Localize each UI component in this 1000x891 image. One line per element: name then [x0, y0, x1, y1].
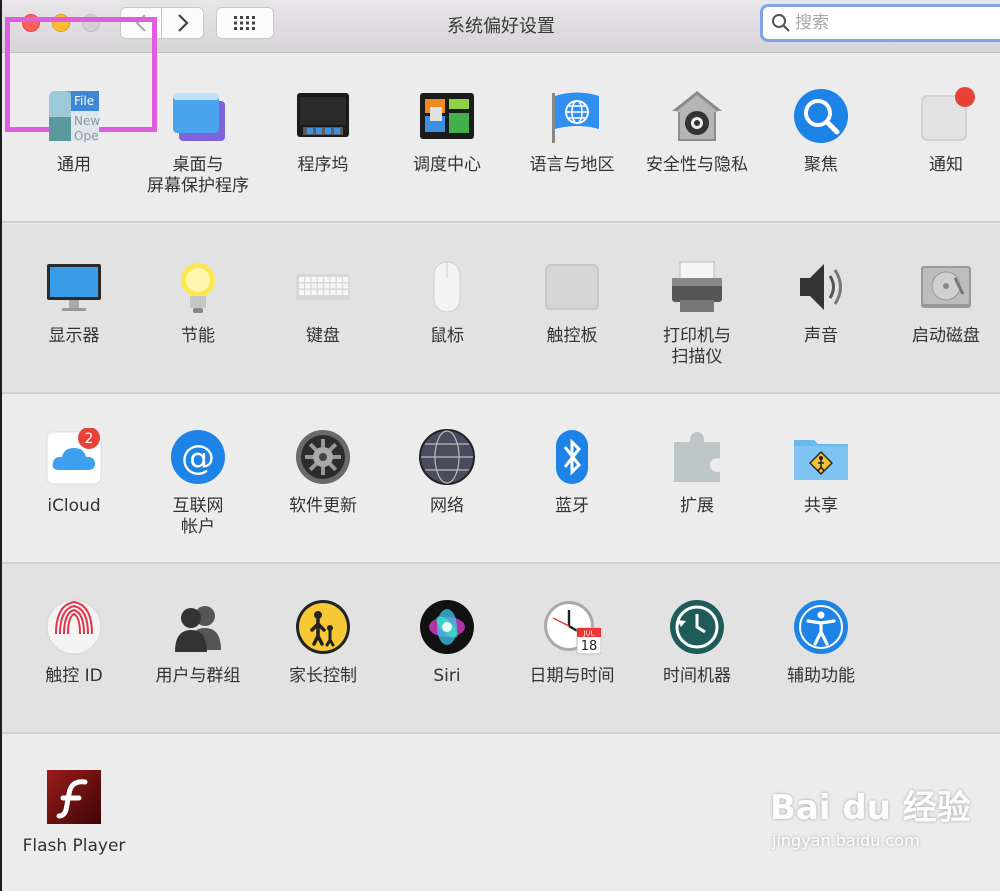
- pref-label: 辅助功能: [787, 666, 855, 686]
- lightbulb-icon: [169, 258, 227, 316]
- icloud-icon: 2: [45, 427, 103, 486]
- prefs-row-2: [2, 224, 1000, 394]
- accessibility-icon: [792, 598, 850, 656]
- icloud-badge: 2: [85, 431, 94, 447]
- pref-label: 安全性与隐私: [646, 155, 748, 175]
- pref-label: 触控板: [546, 326, 598, 346]
- globe-flag-icon: [543, 87, 601, 145]
- pref-label: Siri: [433, 666, 461, 686]
- calendar-day: 18: [581, 639, 598, 654]
- search-input[interactable]: [793, 12, 987, 34]
- pref-label: 扩展: [680, 496, 714, 516]
- hard-disk-icon: [917, 258, 975, 316]
- pref-label: 程序坞: [297, 155, 349, 175]
- watermark-brand: Bai du 经验: [770, 788, 971, 828]
- pref-label: 启动磁盘: [912, 326, 980, 346]
- pref-label: 共享: [804, 496, 838, 516]
- pref-label: 聚焦: [804, 155, 838, 175]
- bluetooth-icon: [543, 428, 601, 486]
- pref-label: 通知: [929, 155, 963, 175]
- sharing-folder-icon: [792, 428, 850, 486]
- watermark-url: jingyan.baidu.com: [772, 831, 920, 850]
- mouse-icon: [418, 258, 476, 316]
- at-sign-glyph: @: [181, 438, 215, 478]
- time-machine-icon: [668, 598, 726, 656]
- pref-label: 声音: [804, 326, 838, 346]
- grid-icon: [234, 16, 255, 30]
- dock-icon: [294, 87, 352, 145]
- general-icon-text-1: File: [74, 94, 94, 108]
- chevron-right-icon: [177, 14, 189, 32]
- general-icon-text-2: New: [74, 114, 100, 128]
- house-lock-icon: [668, 87, 726, 145]
- search-icon: [772, 14, 790, 32]
- pref-label: 调度中心: [413, 155, 481, 175]
- watermark: Bai du 经验 jingyan.baidu.com: [770, 780, 971, 850]
- pref-label: 鼠标: [430, 326, 464, 346]
- pref-label: 桌面与 屏幕保护程序: [147, 155, 249, 196]
- mission-control-icon: [418, 87, 476, 145]
- siri-icon: [418, 598, 476, 656]
- pref-label: 语言与地区: [529, 155, 615, 175]
- pref-label: 互联网 帐户: [172, 496, 224, 537]
- pref-label: 键盘: [306, 326, 340, 346]
- speaker-icon: [792, 258, 850, 316]
- general-icon: File New Ope: [45, 87, 103, 145]
- pref-label: 用户与群组: [155, 666, 241, 686]
- flash-player-icon: [45, 768, 103, 826]
- pref-label: 触控 ID: [45, 666, 103, 686]
- pref-label: iCloud: [47, 496, 101, 516]
- calendar-month: JUL: [582, 630, 594, 638]
- pref-label: Flash Player: [22, 836, 126, 856]
- display-icon: [45, 258, 103, 316]
- notifications-icon: [917, 87, 975, 145]
- pref-label: 显示器: [48, 326, 100, 346]
- network-globe-icon: [418, 428, 476, 486]
- forward-button[interactable]: [162, 7, 204, 39]
- printer-icon: [668, 258, 726, 316]
- search-field[interactable]: [760, 4, 1000, 42]
- at-sign-icon: @: [169, 428, 227, 486]
- pref-label: 家长控制: [289, 666, 357, 686]
- magnifier-icon: [792, 87, 850, 145]
- keyboard-icon: [294, 258, 352, 316]
- gear-icon: [294, 428, 352, 486]
- users-icon: [169, 598, 227, 656]
- fingerprint-icon: [45, 598, 103, 656]
- pref-label: 蓝牙: [555, 496, 589, 516]
- pref-label: 时间机器: [663, 666, 731, 686]
- clock-calendar-icon: JUL 18: [543, 598, 602, 656]
- pref-label: 日期与时间: [529, 666, 615, 686]
- pref-label: 通用: [57, 155, 91, 175]
- pref-label: 打印机与 扫描仪: [663, 326, 731, 367]
- trackpad-icon: [543, 258, 601, 316]
- system-preferences-window: 系统偏好设置 Bai du 经验 jingyan.baidu.com File …: [2, 0, 1000, 891]
- pref-label: 节能: [181, 326, 215, 346]
- pref-label: 网络: [430, 496, 464, 516]
- show-all-button[interactable]: [216, 7, 274, 39]
- pref-label: 软件更新: [289, 496, 357, 516]
- general-icon-text-3: Ope: [74, 129, 98, 143]
- desktop-screensaver-icon: [169, 87, 227, 145]
- puzzle-icon: [668, 428, 726, 486]
- prefs-row-3: [2, 394, 1000, 564]
- parental-controls-icon: [294, 598, 352, 656]
- prefs-row-4: [2, 564, 1000, 734]
